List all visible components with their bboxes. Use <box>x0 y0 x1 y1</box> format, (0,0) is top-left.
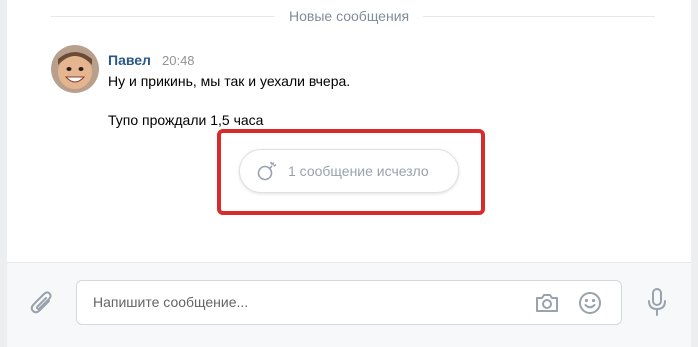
avatar[interactable] <box>51 45 99 93</box>
highlight-frame <box>217 129 485 215</box>
chat-panel: Новые сообщения Павел 20:48 Ну и прикинь… <box>7 0 691 347</box>
message-text: Тупо прождали 1,5 часа <box>108 112 264 128</box>
smile-icon[interactable] <box>577 290 603 316</box>
message-author[interactable]: Павел <box>108 52 151 68</box>
message-text: Ну и прикинь, мы так и уехали вчера. <box>108 73 351 89</box>
camera-icon[interactable] <box>533 290 561 316</box>
message-input[interactable]: Напишите сообщение... <box>76 280 622 325</box>
new-messages-label: Новые сообщения <box>275 7 424 25</box>
message-time[interactable]: 20:48 <box>162 53 195 68</box>
composer: Напишите сообщение... <box>7 262 691 347</box>
message-input-placeholder: Напишите сообщение... <box>93 294 249 310</box>
microphone-icon[interactable] <box>644 286 670 318</box>
paperclip-icon[interactable] <box>28 288 56 318</box>
